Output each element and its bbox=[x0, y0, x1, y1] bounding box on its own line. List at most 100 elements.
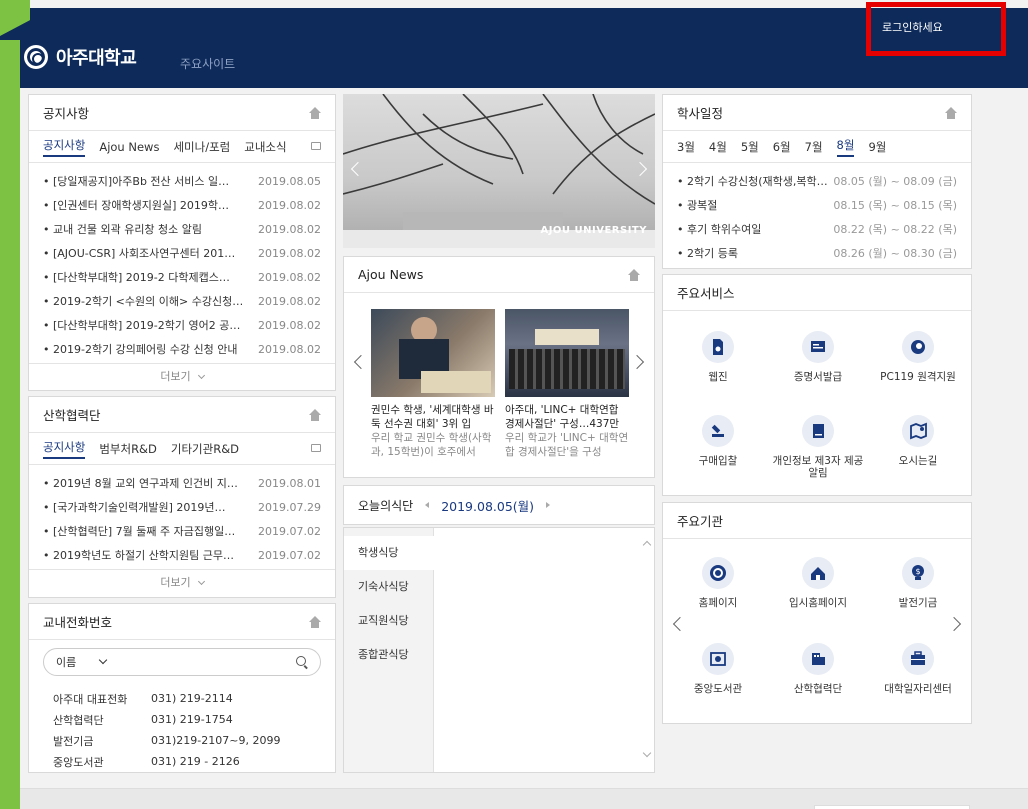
industry-title: 산학협력단 bbox=[43, 408, 101, 423]
item-date: 2019.08.02 bbox=[258, 246, 321, 260]
meal-place-tab[interactable]: 종합관식당 bbox=[344, 638, 433, 672]
service-label: 발전기금 bbox=[898, 597, 938, 609]
phone-name: 발전기금 bbox=[53, 734, 94, 748]
tab-ajou-news[interactable]: Ajou News bbox=[99, 140, 159, 154]
tab-notice[interactable]: 공지사항 bbox=[43, 137, 86, 157]
meal-place-tab[interactable]: 기숙사식당 bbox=[344, 570, 433, 604]
news-prev-icon[interactable] bbox=[353, 354, 369, 370]
service-item[interactable]: 개인정보 제3자 제공 알림 bbox=[768, 415, 868, 479]
phone-name: 중앙도서관 bbox=[53, 755, 104, 769]
service-item[interactable]: 홈페이지 bbox=[668, 557, 768, 609]
tab-seminar[interactable]: 세미나/포럼 bbox=[173, 139, 230, 155]
scroll-up-icon[interactable] bbox=[642, 540, 652, 550]
university-logo[interactable]: 아주대학교 bbox=[24, 44, 137, 70]
phone-list: 아주대 대표전화 031) 219-2114 산학협력단 031) 219-1754 발… bbox=[29, 684, 335, 772]
item-date: 08.26 (월) ~ 08.30 (금) bbox=[833, 247, 957, 260]
service-item[interactable]: PC119 원격지원 bbox=[868, 331, 968, 383]
list-item[interactable]: • 2019-2학기 강의페어링 수강 신청 안내 2019.08.02 bbox=[43, 337, 321, 361]
list-item[interactable]: • [국가과학기술인력개발원] 2019년… 2019.07.29 bbox=[43, 495, 321, 519]
list-item[interactable]: • 2019-2학기 <수원의 이해> 수강신청… 2019.08.02 bbox=[43, 289, 321, 313]
list-item[interactable]: • [AJOU-CSR] 사회조사연구센터 201… 2019.08.02 bbox=[43, 241, 321, 265]
month-tab[interactable]: 7월 bbox=[805, 139, 823, 155]
service-item[interactable]: 오시는길 bbox=[868, 415, 968, 467]
prev-day-icon[interactable] bbox=[425, 502, 430, 508]
item-date: 2019.07.02 bbox=[258, 548, 321, 562]
search-type-select[interactable]: 이름 bbox=[56, 654, 108, 670]
service-item[interactable]: 웹진 bbox=[668, 331, 768, 383]
meal-scrollbar[interactable] bbox=[640, 528, 654, 772]
scroll-down-icon[interactable] bbox=[642, 748, 652, 758]
login-highlight: 로그인하세요 bbox=[866, 2, 1006, 56]
home-icon[interactable] bbox=[309, 408, 321, 421]
list-item[interactable]: • 2019년 8월 교외 연구과제 인건비 지… 2019.08.01 bbox=[43, 471, 321, 495]
service-item[interactable]: 구매입찰 bbox=[668, 415, 768, 467]
month-tab[interactable]: 4월 bbox=[709, 139, 727, 155]
news-headline: 아주대, 'LINC+ 대학연합 경제사절단' 구성…437만 bbox=[505, 404, 620, 430]
login-link[interactable]: 로그인하세요 bbox=[882, 19, 943, 35]
item-date: 2019.08.02 bbox=[258, 294, 321, 308]
service-item[interactable]: 입시홈페이지 bbox=[768, 557, 868, 609]
home-icon[interactable] bbox=[945, 106, 957, 119]
news-next-icon[interactable] bbox=[629, 354, 645, 370]
service-item[interactable]: 대학일자리센터 bbox=[868, 643, 968, 695]
more-icon[interactable] bbox=[311, 444, 321, 452]
building-icon bbox=[802, 643, 834, 675]
item-title: • 2학기 등록 bbox=[677, 247, 738, 260]
search-type-label: 이름 bbox=[56, 656, 77, 669]
news-card[interactable]: 권민수 학생, '세계대학생 바둑 선수권 대회' 3위 입 우리 학교 권민수… bbox=[371, 309, 495, 459]
services-panel: 주요서비스 웹진 증명서발급 PC119 원격지원 구매입찰 개인정보 제3자 제공 알… bbox=[662, 274, 972, 496]
main-sites-link[interactable]: 주요사이트 bbox=[180, 55, 235, 72]
item-date: 08.15 (목) ~ 08.15 (목) bbox=[833, 199, 957, 212]
industry-more-button[interactable]: 더보기 bbox=[29, 569, 335, 595]
next-day-icon[interactable] bbox=[546, 502, 551, 508]
item-title: • 2019학년도 하절기 산학지원팀 근무… bbox=[43, 549, 235, 562]
tab-other-rnd[interactable]: 기타기관R&D bbox=[171, 441, 239, 457]
service-label: 구매입찰 bbox=[698, 455, 738, 467]
footer bbox=[0, 788, 1028, 809]
list-item[interactable]: • [다산학부대학] 2019-2학기 영어2 공… 2019.08.02 bbox=[43, 313, 321, 337]
service-label: 웹진 bbox=[708, 371, 728, 383]
month-tab[interactable]: 5월 bbox=[741, 139, 759, 155]
news-card[interactable]: 아주대, 'LINC+ 대학연합 경제사절단' 구성…437만 우리 학교가 '… bbox=[505, 309, 629, 459]
news-headline: 권민수 학생, '세계대학생 바둑 선수권 대회' 3위 입 bbox=[371, 404, 494, 430]
notice-more-button[interactable]: 더보기 bbox=[29, 363, 335, 389]
institutions-prev-icon[interactable] bbox=[672, 616, 688, 632]
list-item[interactable]: • 2학기 수강신청(재학생,복학… 08.05 (월) ~ 08.09 (금) bbox=[677, 169, 957, 193]
search-icon[interactable] bbox=[296, 656, 308, 668]
home-icon[interactable] bbox=[309, 615, 321, 628]
list-item[interactable]: • 후기 학위수여일 08.22 (목) ~ 08.22 (목) bbox=[677, 217, 957, 241]
service-item[interactable]: 산학협력단 bbox=[768, 643, 868, 695]
home-icon[interactable] bbox=[628, 268, 640, 281]
month-tab[interactable]: 8월 bbox=[836, 137, 855, 157]
list-item[interactable]: • [인권센터 장애학생지원실] 2019학… 2019.08.02 bbox=[43, 193, 321, 217]
list-item[interactable]: • [당일재공지]아주Bb 전산 서비스 일… 2019.08.05 bbox=[43, 169, 321, 193]
phonebook-panel: 교내전화번호 이름 아주대 대표전화 031) 219-2114 산학협력단 031)… bbox=[28, 603, 336, 773]
phone-search-input[interactable]: 이름 bbox=[43, 648, 321, 676]
list-item[interactable]: • 교내 건물 외곽 유리창 청소 알림 2019.08.02 bbox=[43, 217, 321, 241]
institutions-next-icon[interactable] bbox=[946, 616, 962, 632]
list-item[interactable]: • [다산학부대학] 2019-2 다학제캡스… 2019.08.02 bbox=[43, 265, 321, 289]
list-item[interactable]: • 광복절 08.15 (목) ~ 08.15 (목) bbox=[677, 193, 957, 217]
university-seal-icon bbox=[24, 45, 48, 69]
list-item[interactable]: • 2019학년도 하절기 산학지원팀 근무… 2019.07.02 bbox=[43, 543, 321, 567]
tab-rnd[interactable]: 범부처R&D bbox=[99, 441, 157, 457]
list-item[interactable]: • [산학협력단] 7월 둘째 주 자금집행일… 2019.07.02 bbox=[43, 519, 321, 543]
calendar-panel: 학사일정 3월 4월 5월 6월 7월 8월 9월 • 2학기 수강신청(재학생,복학… 08… bbox=[662, 94, 972, 269]
campus-banner[interactable]: AJOU UNIVERSITY bbox=[343, 94, 655, 248]
meal-date: 2019.08.05(월) bbox=[441, 498, 535, 514]
item-title: • [다산학부대학] 2019-2 다학제캡스… bbox=[43, 271, 230, 284]
tab-industry-notice[interactable]: 공지사항 bbox=[43, 439, 86, 459]
meal-place-tab[interactable]: 교직원식당 bbox=[344, 604, 433, 638]
remote-support-icon bbox=[902, 331, 934, 363]
more-icon[interactable] bbox=[311, 142, 321, 150]
tab-campus-news[interactable]: 교내소식 bbox=[244, 139, 286, 155]
home-icon[interactable] bbox=[309, 106, 321, 119]
month-tab[interactable]: 6월 bbox=[773, 139, 791, 155]
month-tab[interactable]: 3월 bbox=[677, 139, 695, 155]
service-item[interactable]: 중앙도서관 bbox=[668, 643, 768, 695]
service-item[interactable]: 증명서발급 bbox=[768, 331, 868, 383]
service-item[interactable]: $ 발전기금 bbox=[868, 557, 968, 609]
month-tab[interactable]: 9월 bbox=[868, 139, 886, 155]
meal-place-tab[interactable]: 학생식당 bbox=[344, 536, 434, 570]
list-item[interactable]: • 2학기 등록 08.26 (월) ~ 08.30 (금) bbox=[677, 241, 957, 265]
